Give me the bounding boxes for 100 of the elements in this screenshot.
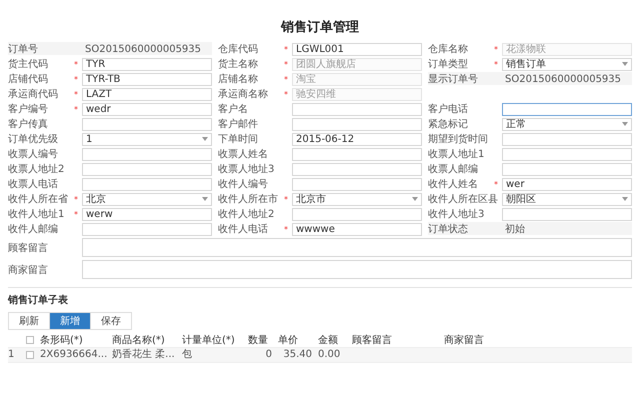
required-mark: * — [284, 90, 289, 98]
input-field[interactable]: TYR — [82, 58, 212, 70]
table-cell: 35.40 — [283, 349, 312, 361]
column-header: 单价 — [278, 334, 298, 347]
required-mark: * — [284, 60, 289, 68]
column-header: 商品名称(*) — [112, 334, 165, 347]
field-label: 期望到货时间 — [428, 132, 489, 146]
field-label: 仓库名称 — [428, 42, 469, 56]
caret-icon — [202, 197, 208, 201]
input-field[interactable] — [292, 148, 422, 160]
note-field[interactable] — [82, 238, 632, 257]
field-label: 收票人地址1 — [428, 148, 486, 161]
required-mark: * — [494, 44, 499, 54]
input-field[interactable] — [82, 118, 212, 130]
input-field[interactable] — [292, 178, 422, 190]
column-header: 条形码(*) — [40, 334, 83, 347]
input-field[interactable] — [82, 162, 212, 176]
field-label: 收件人所在省 — [8, 192, 69, 206]
table-cell: 包 — [182, 349, 192, 361]
field-label: 客户电话 — [428, 102, 469, 116]
input-field[interactable]: wwwwe — [292, 222, 422, 236]
caret-icon — [622, 197, 628, 201]
field-label: 仓库代码 — [218, 42, 259, 56]
input-field[interactable] — [502, 148, 632, 160]
field-label: 订单类型 — [428, 58, 469, 71]
field-label: 收件人地址2 — [218, 208, 276, 221]
caret-icon — [622, 62, 628, 66]
select-field[interactable]: 北京 — [82, 192, 212, 206]
field-label: 收票人姓名 — [218, 148, 269, 161]
toolbar-button[interactable]: 刷新 — [8, 312, 50, 330]
required-mark: * — [74, 90, 79, 98]
field-label: 紧急标记 — [428, 118, 469, 131]
field-label: 订单状态 — [428, 222, 469, 236]
checkbox[interactable] — [26, 336, 34, 344]
required-mark: * — [74, 104, 79, 114]
input-field[interactable] — [502, 162, 632, 176]
page-title: 销售订单管理 — [280, 19, 360, 36]
field-label: 顾客留言 — [8, 242, 49, 254]
field-label: 货主名称 — [218, 58, 259, 71]
input-field[interactable]: werw — [82, 208, 212, 220]
input-field[interactable]: wer — [502, 178, 632, 190]
table-cell: 0 — [266, 349, 272, 361]
required-mark: * — [494, 60, 499, 68]
field-label: 货主代码 — [8, 58, 49, 71]
field-label: 客户编号 — [8, 102, 49, 116]
input-field[interactable] — [502, 132, 632, 146]
input-field[interactable]: TYR-TB — [82, 72, 212, 86]
required-mark: * — [74, 74, 79, 84]
select-field[interactable]: 1 — [82, 132, 212, 146]
input-field[interactable] — [82, 178, 212, 190]
field-label: 收票人地址2 — [8, 162, 66, 176]
table-cell: 2X6936664... — [40, 349, 108, 361]
input-field[interactable]: wedr — [82, 102, 212, 116]
column-header: 商家留言 — [444, 334, 484, 347]
required-mark: * — [284, 224, 289, 234]
select-field[interactable]: 正常 — [502, 118, 632, 130]
input-field[interactable] — [292, 102, 422, 116]
field-label: 收票人电话 — [8, 178, 59, 191]
caret-icon — [412, 197, 418, 201]
input-field[interactable] — [502, 208, 632, 220]
table-cell: 奶香花生 柔... — [112, 349, 175, 361]
input-field[interactable] — [292, 208, 422, 220]
column-header: 数量 — [248, 334, 268, 347]
field-value: SO2015060000005935 — [84, 44, 202, 54]
field-label: 收件人邮编 — [8, 222, 59, 236]
toolbar-button[interactable]: 新增 — [49, 312, 91, 330]
field-value: 初始 — [504, 222, 526, 236]
table-cell: 0.00 — [318, 349, 340, 361]
field-label: 订单号 — [8, 42, 39, 56]
field-label: 收件人电话 — [218, 222, 269, 236]
field-value: SO2015060000005935 — [504, 74, 622, 84]
input-field[interactable] — [82, 148, 212, 160]
input-field[interactable]: 2015-06-12 — [292, 132, 422, 146]
field-label: 收票人地址3 — [218, 162, 276, 176]
input-field[interactable] — [292, 162, 422, 176]
field-label: 收件人地址3 — [428, 208, 486, 221]
input-field[interactable] — [292, 118, 422, 130]
note-field[interactable] — [82, 260, 632, 279]
field-label: 店铺代码 — [8, 72, 49, 86]
field-label: 收票人编号 — [8, 148, 59, 161]
toolbar-button[interactable]: 保存 — [90, 312, 132, 330]
field-label: 商家留言 — [8, 264, 49, 276]
input-field[interactable] — [502, 102, 632, 116]
input-field[interactable]: LGWL001 — [292, 42, 422, 56]
select-field[interactable]: 北京市 — [292, 192, 422, 206]
caret-icon — [622, 122, 628, 126]
input-field[interactable] — [82, 222, 212, 236]
checkbox[interactable] — [26, 351, 34, 359]
input-field[interactable]: LAZT — [82, 88, 212, 100]
field-label: 收件人所在市 — [218, 192, 279, 206]
required-mark: * — [494, 180, 499, 188]
select-field[interactable]: 朝阳区 — [502, 192, 632, 206]
field-label: 承运商名称 — [218, 88, 269, 101]
field-label: 客户邮件 — [218, 118, 259, 131]
field-label: 收件人地址1 — [8, 208, 66, 221]
required-mark: * — [284, 194, 289, 204]
select-field[interactable]: 销售订单 — [502, 58, 632, 70]
caret-icon — [202, 137, 208, 141]
section-title: 销售订单子表 — [8, 294, 69, 307]
required-mark: * — [284, 44, 289, 54]
